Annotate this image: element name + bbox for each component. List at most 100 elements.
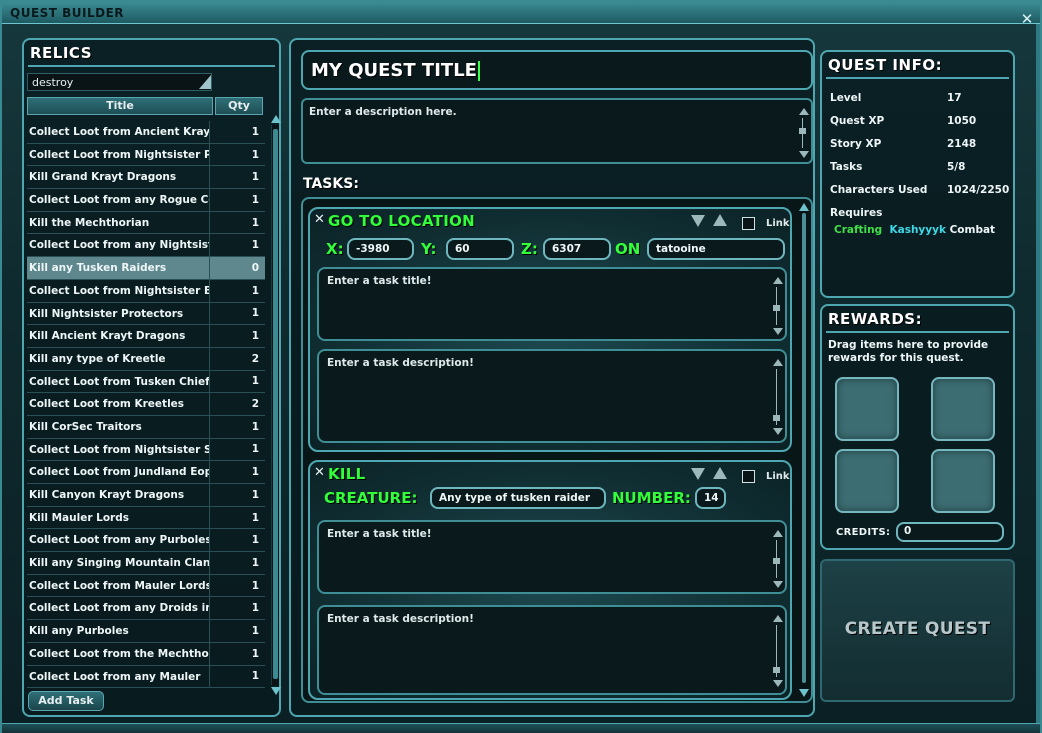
- number-input[interactable]: 14: [695, 487, 726, 509]
- reward-slot-3[interactable]: [835, 449, 899, 513]
- relic-row[interactable]: Kill any type of Kreetle 2: [27, 347, 265, 371]
- relic-row[interactable]: Collect Loot from Mauler Lords 1: [27, 574, 265, 598]
- scroll-down-icon[interactable]: [773, 680, 783, 687]
- info-key: Tasks: [830, 161, 863, 173]
- scroll-up-icon[interactable]: [773, 359, 783, 366]
- column-header-title[interactable]: Title: [27, 97, 213, 115]
- scroll-up-icon[interactable]: [773, 277, 783, 284]
- scroll-down-icon[interactable]: [271, 687, 281, 695]
- column-header-qty[interactable]: Qty: [215, 97, 263, 115]
- scroll-up-icon[interactable]: [799, 203, 809, 211]
- scroll-down-icon[interactable]: [773, 581, 783, 588]
- task-title-scrollbar[interactable]: [773, 277, 783, 335]
- relic-qty: 1: [251, 375, 259, 388]
- relic-row[interactable]: Kill the Mechthorian 1: [27, 211, 265, 235]
- scroll-thumb[interactable]: [773, 667, 780, 673]
- credits-input[interactable]: 0: [896, 522, 1004, 542]
- move-up-icon[interactable]: [713, 214, 727, 226]
- close-icon[interactable]: ✕: [1018, 10, 1036, 28]
- relic-title: Collect Loot from any Mauler: [27, 665, 210, 688]
- relic-row[interactable]: Kill any Tusken Raiders 0: [27, 257, 265, 280]
- relic-row[interactable]: Collect Loot from any Droids in S... 1: [27, 597, 265, 621]
- relic-qty: 1: [251, 216, 259, 229]
- relic-qty: 1: [251, 647, 259, 660]
- tasks-scrollbar[interactable]: [799, 203, 809, 697]
- relic-row[interactable]: Collect Loot from Ancient Krayt ... 1: [27, 121, 265, 144]
- x-coordinate-input[interactable]: -3980: [347, 238, 414, 260]
- quest-info-divider: [826, 77, 1009, 79]
- task-description-input[interactable]: Enter a task description!: [317, 349, 787, 443]
- relic-row[interactable]: Collect Loot from Jundland Eopies 1: [27, 461, 265, 484]
- task-title-scrollbar[interactable]: [773, 530, 783, 588]
- z-coordinate-input[interactable]: 6307: [543, 238, 611, 260]
- task-description-scrollbar[interactable]: [773, 359, 783, 435]
- tasks-scroll-thumb[interactable]: [802, 213, 806, 683]
- relic-row[interactable]: Collect Loot from Nightsister Eld... 1: [27, 279, 265, 303]
- reward-slot-1[interactable]: [835, 377, 899, 441]
- add-task-button[interactable]: Add Task: [28, 691, 104, 711]
- quest-description-input[interactable]: Enter a description here.: [301, 98, 813, 164]
- relic-row[interactable]: Collect Loot from Nightsister Se... 1: [27, 438, 265, 462]
- move-down-icon[interactable]: [691, 468, 705, 480]
- scroll-thumb[interactable]: [773, 415, 780, 421]
- scroll-up-icon[interactable]: [271, 115, 281, 123]
- quest-info-panel: QUEST INFO: Level 17 Quest XP 1050 Story XP 2…: [820, 50, 1015, 298]
- planet-input[interactable]: tatooine: [647, 238, 785, 260]
- relic-row[interactable]: Collect Loot from Nightsister Pr... 1: [27, 143, 265, 167]
- relic-row[interactable]: Kill Canyon Krayt Dragons 1: [27, 484, 265, 507]
- quest-title-input[interactable]: MY QUEST TITLE: [301, 50, 813, 90]
- reward-slot-2[interactable]: [931, 377, 995, 441]
- relic-row[interactable]: Collect Loot from any Mauler 1: [27, 665, 265, 689]
- relic-row[interactable]: Collect Loot from any Rogue Cor... 1: [27, 189, 265, 212]
- relics-scroll-thumb[interactable]: [273, 129, 278, 679]
- relic-title: Collect Loot from Nightsister Pr...: [27, 143, 210, 166]
- relics-list: Collect Loot from Ancient Krayt ...1Coll…: [27, 121, 265, 689]
- relic-row[interactable]: Collect Loot from any Purboles 1: [27, 529, 265, 553]
- requires-list: Crafting Kashyyyk Combat: [834, 224, 995, 236]
- move-down-icon[interactable]: [691, 215, 705, 227]
- move-up-icon[interactable]: [713, 467, 727, 479]
- create-quest-button[interactable]: CREATE QUEST: [820, 559, 1015, 702]
- info-row: Characters Used 1024/2250: [830, 184, 1012, 207]
- relic-row[interactable]: Kill CorSec Traitors 1: [27, 415, 265, 439]
- scroll-down-icon[interactable]: [799, 151, 809, 158]
- task-description-input[interactable]: Enter a task description!: [317, 605, 787, 695]
- remove-task-icon[interactable]: ✕: [314, 465, 325, 480]
- remove-task-icon[interactable]: ✕: [314, 212, 325, 227]
- relic-row[interactable]: Collect Loot from the Mechthorian 1: [27, 642, 265, 666]
- task-description-scrollbar[interactable]: [773, 615, 783, 687]
- scroll-up-icon[interactable]: [773, 530, 783, 537]
- link-label: Link: [766, 218, 790, 229]
- relic-row[interactable]: Kill Ancient Krayt Dragons 1: [27, 325, 265, 348]
- task-title-input[interactable]: Enter a task title!: [317, 267, 787, 341]
- link-label: Link: [766, 471, 790, 482]
- relic-row[interactable]: Kill any Singing Mountain Clan W... 1: [27, 552, 265, 575]
- relic-row[interactable]: Kill Nightsister Protectors 1: [27, 302, 265, 326]
- scroll-down-icon[interactable]: [799, 689, 809, 697]
- relic-title: Kill Ancient Krayt Dragons: [27, 325, 210, 347]
- relic-row[interactable]: Kill Mauler Lords 1: [27, 506, 265, 530]
- scroll-down-icon[interactable]: [773, 428, 783, 435]
- relic-row[interactable]: Collect Loot from any Nightsisters 1: [27, 234, 265, 258]
- link-checkbox[interactable]: [742, 470, 755, 483]
- link-checkbox[interactable]: [742, 217, 755, 230]
- y-coordinate-input[interactable]: 60: [446, 238, 514, 260]
- relic-row[interactable]: Kill Grand Krayt Dragons 1: [27, 166, 265, 190]
- scroll-thumb[interactable]: [773, 305, 780, 311]
- relics-scrollbar[interactable]: [271, 115, 281, 695]
- title-bar[interactable]: QUEST BUILDER: [2, 2, 1040, 24]
- relic-row[interactable]: Collect Loot from Tusken Chiefs 1: [27, 370, 265, 394]
- scroll-down-icon[interactable]: [773, 328, 783, 335]
- dropdown-icon[interactable]: [199, 75, 211, 89]
- task-title-input[interactable]: Enter a task title!: [317, 520, 787, 594]
- scroll-thumb[interactable]: [773, 558, 780, 564]
- description-scrollbar[interactable]: [799, 108, 809, 158]
- relics-search-input[interactable]: destroy: [27, 73, 212, 91]
- relic-row[interactable]: Collect Loot from Kreetles 2: [27, 393, 265, 416]
- scroll-thumb[interactable]: [799, 128, 806, 134]
- scroll-up-icon[interactable]: [773, 615, 783, 622]
- reward-slot-4[interactable]: [931, 449, 995, 513]
- relic-row[interactable]: Kill any Purboles 1: [27, 620, 265, 643]
- scroll-up-icon[interactable]: [799, 108, 809, 115]
- creature-input[interactable]: Any type of tusken raider: [430, 487, 606, 509]
